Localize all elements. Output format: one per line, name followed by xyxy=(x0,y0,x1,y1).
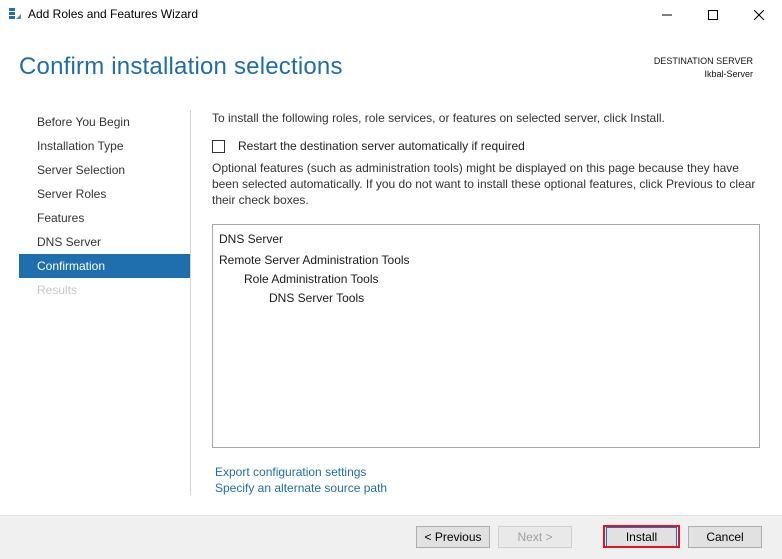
nav-item-confirmation[interactable]: Confirmation xyxy=(19,254,190,278)
feature-dns-server-tools: DNS Server Tools xyxy=(269,291,365,305)
nav-item-server-roles[interactable]: Server Roles xyxy=(19,182,190,206)
intro-text: To install the following roles, role ser… xyxy=(212,111,665,125)
destination-server-label: DESTINATION SERVER xyxy=(653,56,753,66)
restart-checkbox-label[interactable]: Restart the destination server automatic… xyxy=(238,139,525,153)
maximize-button[interactable] xyxy=(690,0,736,30)
window-title: Add Roles and Features Wizard xyxy=(28,7,199,21)
nav-item-installation-type[interactable]: Installation Type xyxy=(19,134,190,158)
cancel-button[interactable]: Cancel xyxy=(688,526,762,548)
nav-item-server-selection[interactable]: Server Selection xyxy=(19,158,190,182)
optional-features-note: Optional features (such as administratio… xyxy=(212,161,756,207)
feature-role-admin-tools: Role Administration Tools xyxy=(244,272,379,286)
page-title: Confirm installation selections xyxy=(19,53,343,80)
nav-item-before-you-begin[interactable]: Before You Begin xyxy=(19,110,190,134)
nav-item-features[interactable]: Features xyxy=(19,206,190,230)
selected-features-list[interactable]: DNS Server Remote Server Administration … xyxy=(212,224,760,448)
minimize-button[interactable] xyxy=(644,0,690,30)
title-bar: Add Roles and Features Wizard xyxy=(0,0,782,30)
close-icon xyxy=(754,10,764,20)
sidebar-divider xyxy=(190,110,191,495)
server-manager-icon xyxy=(8,7,22,21)
minimize-icon xyxy=(662,14,672,16)
nav-item-results: Results xyxy=(37,283,78,297)
next-button: Next > xyxy=(498,526,572,548)
restart-option[interactable]: Restart the destination server automatic… xyxy=(212,139,525,153)
maximize-icon xyxy=(708,10,718,20)
feature-rsat: Remote Server Administration Tools xyxy=(219,253,410,267)
restart-checkbox[interactable] xyxy=(212,139,225,153)
alternate-source-link[interactable]: Specify an alternate source path xyxy=(215,481,387,495)
feature-dns-server: DNS Server xyxy=(219,232,284,246)
wizard-steps-nav: Before You Begin Installation Type Serve… xyxy=(19,110,190,302)
export-configuration-link[interactable]: Export configuration settings xyxy=(215,465,366,479)
close-button[interactable] xyxy=(736,0,782,30)
nav-item-dns-server[interactable]: DNS Server xyxy=(19,230,190,254)
destination-server-value: Ikbal-Server xyxy=(704,69,753,79)
install-highlight-box xyxy=(603,525,680,548)
previous-button[interactable]: < Previous xyxy=(416,526,490,548)
